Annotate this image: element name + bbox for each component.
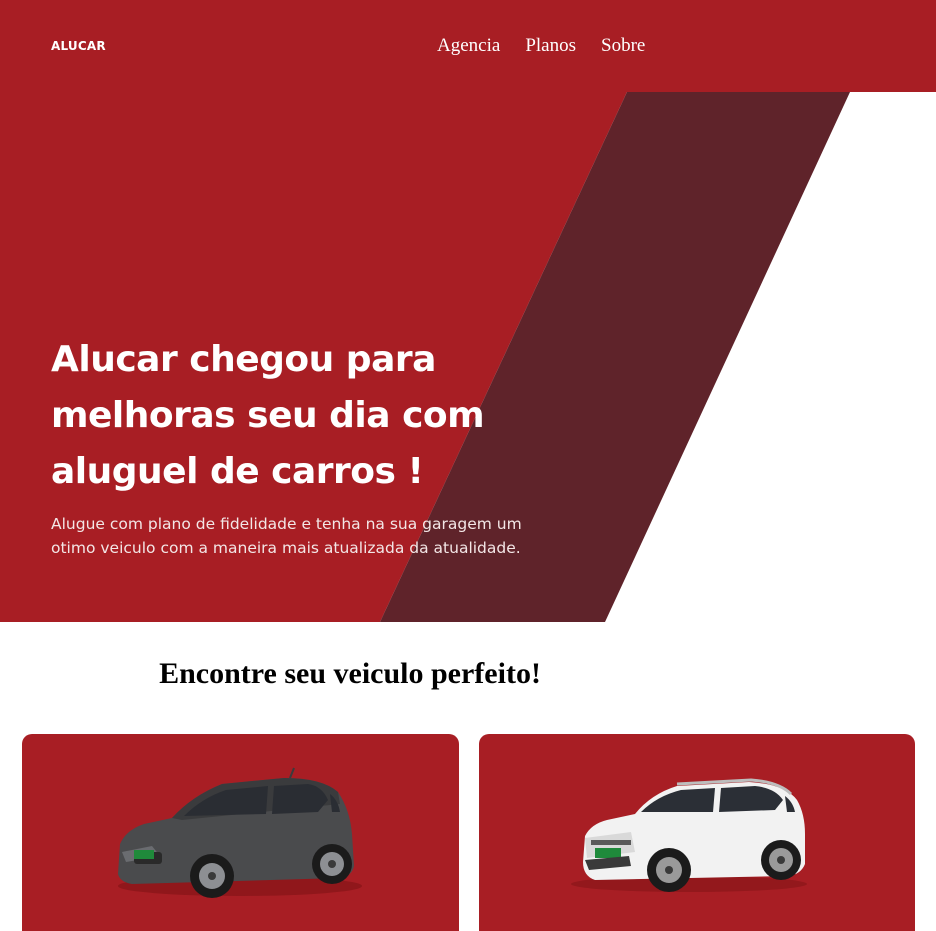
hero-title: Alucar chegou para melhoras seu dia com … [51, 332, 511, 500]
hero-title-line: aluguel de carros ! [51, 451, 424, 492]
hatchback-car-image [118, 767, 362, 898]
brand-logo[interactable]: ALUCAR [51, 39, 106, 53]
nav-link-agencia[interactable]: Agencia [437, 35, 500, 57]
vehicle-card-suv[interactable] [479, 734, 915, 931]
top-header: ALUCAR Agencia Planos Sobre [0, 0, 936, 92]
hero-subtitle-line: otimo veiculo com a maneira mais atualiz… [51, 539, 521, 557]
hero-subtitle: Alugue com plano de fidelidade e tenha n… [51, 512, 591, 560]
hero-subtitle-line: Alugue com plano de fidelidade e tenha n… [51, 515, 522, 533]
hero-title-line: melhoras seu dia com [51, 395, 485, 436]
nav-link-sobre[interactable]: Sobre [601, 35, 645, 57]
vehicle-card-hatchback[interactable] [22, 734, 459, 931]
section-title: Encontre seu veiculo perfeito! [159, 657, 541, 690]
nav-link-planos[interactable]: Planos [525, 35, 576, 57]
suv-car-image [571, 778, 807, 892]
hero-title-line: Alucar chegou para [51, 339, 436, 380]
main-nav: Agencia Planos Sobre [437, 35, 645, 57]
